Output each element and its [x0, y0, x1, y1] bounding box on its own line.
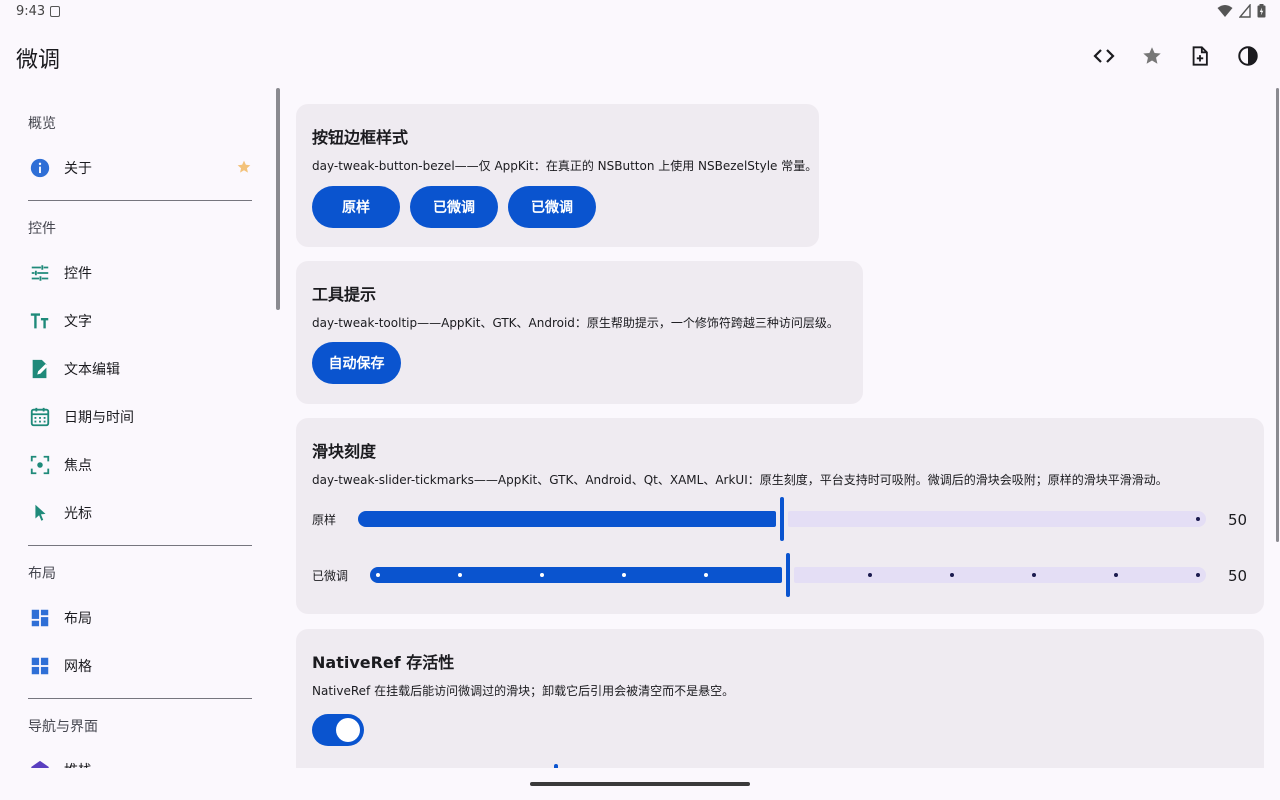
slider-thumb[interactable] — [780, 497, 784, 541]
status-time: 9:43 — [16, 4, 46, 19]
slider-active-track — [358, 511, 776, 527]
tweaked-slider[interactable] — [370, 553, 1206, 597]
sidebar-item-date-time[interactable]: 日期与时间 — [28, 397, 252, 437]
star-icon[interactable] — [1140, 40, 1164, 72]
original-slider[interactable] — [358, 497, 1206, 541]
slider-tick-mark — [704, 573, 708, 577]
sidebar: 概览 关于 控件 控件 文字 文本编辑 日期与时间 焦点 光标 布局 布局 网格… — [0, 88, 280, 768]
sidebar-item-layout[interactable]: 布局 — [28, 598, 252, 638]
toggle-knob — [336, 718, 360, 742]
card-title: 按钮边框样式 — [312, 128, 409, 147]
edit-note-icon — [28, 357, 52, 381]
sidebar-item-stack[interactable]: 堆栈 — [28, 750, 252, 768]
card-description: NativeRef 在挂载后能访问微调过的滑块；卸载它后引用会被清空而不是悬空。 — [312, 684, 735, 698]
slider-tick-mark — [868, 573, 872, 577]
sidebar-item-about[interactable]: 关于 — [28, 148, 252, 188]
slider-tick-mark — [1114, 573, 1118, 577]
app-title: 微调 — [16, 48, 61, 73]
contrast-icon[interactable] — [1236, 40, 1260, 72]
content-area: 按钮边框样式 day-tweak-button-bezel——仅 AppKit：… — [296, 88, 1264, 768]
tweaked-button[interactable]: 已微调 — [508, 186, 596, 228]
divider — [28, 698, 252, 699]
sidebar-item-label: 网格 — [64, 659, 92, 675]
slider-tick-mark — [376, 573, 380, 577]
tune-icon — [28, 261, 52, 285]
autosave-button[interactable]: 自动保存 — [312, 342, 401, 384]
section-controls: 控件 — [28, 221, 56, 237]
original-button[interactable]: 原样 — [312, 186, 400, 228]
slider-label: 已微调 — [312, 569, 349, 583]
slider-value: 50 — [1228, 567, 1248, 585]
section-layout: 布局 — [28, 566, 56, 582]
sidebar-item-focus[interactable]: 焦点 — [28, 445, 252, 485]
card-title: 滑块刻度 — [312, 442, 377, 461]
sidebar-item-label: 文字 — [64, 314, 92, 330]
sidebar-item-label: 堆栈 — [64, 760, 92, 768]
sidebar-item-label: 焦点 — [64, 458, 92, 474]
app-actions — [1092, 40, 1260, 72]
cursor-icon — [28, 501, 52, 525]
divider — [28, 545, 252, 546]
divider — [28, 200, 252, 201]
sidebar-item-controls[interactable]: 控件 — [28, 253, 252, 293]
slider-tick-mark — [622, 573, 626, 577]
slider-inactive-track — [788, 511, 1206, 527]
status-icons — [1217, 4, 1266, 18]
card-description: day-tweak-tooltip——AppKit、GTK、Android：原生… — [312, 316, 839, 330]
slider-inactive-track — [794, 567, 1206, 583]
favorite-star-icon[interactable] — [236, 159, 252, 179]
card-description: day-tweak-button-bezel——仅 AppKit：在真正的 NS… — [312, 159, 818, 173]
card-title: NativeRef 存活性 — [312, 653, 455, 672]
slider-tick-mark — [458, 573, 462, 577]
add-document-icon[interactable] — [1188, 40, 1212, 72]
card-nativeref: NativeRef 存活性 NativeRef 在挂载后能访问微调过的滑块；卸载… — [296, 629, 1264, 768]
slider-tick-mark — [1196, 573, 1200, 577]
card-button-bezel: 按钮边框样式 day-tweak-button-bezel——仅 AppKit：… — [296, 104, 819, 247]
sidebar-item-grid[interactable]: 网格 — [28, 646, 252, 686]
card-description: day-tweak-slider-tickmarks——AppKit、GTK、A… — [312, 473, 1168, 487]
section-overview: 概览 — [28, 116, 56, 132]
home-indicator[interactable] — [530, 782, 750, 786]
signal-icon — [1239, 4, 1251, 18]
battery-icon — [1257, 4, 1266, 18]
slider-tick-mark — [1196, 517, 1200, 521]
card-title: 工具提示 — [312, 285, 377, 304]
calendar-icon — [28, 405, 52, 429]
sidebar-item-label: 文本编辑 — [64, 362, 120, 378]
slider-tick-mark — [950, 573, 954, 577]
sidebar-item-label: 布局 — [64, 611, 92, 627]
sidebar-item-label: 光标 — [64, 506, 92, 522]
content-scrollbar[interactable] — [1276, 88, 1279, 542]
text-size-icon — [28, 309, 52, 333]
sidebar-item-label: 控件 — [64, 266, 92, 282]
liveness-toggle[interactable] — [312, 714, 364, 746]
sidebar-item-label: 日期与时间 — [64, 410, 134, 426]
grid-icon — [28, 654, 52, 678]
screenshot-notification-icon — [50, 6, 60, 17]
card-slider-tickmarks: 滑块刻度 day-tweak-slider-tickmarks——AppKit、… — [296, 418, 1264, 614]
slider-tick-mark — [1032, 573, 1036, 577]
stack-icon — [28, 758, 52, 768]
section-navigation: 导航与界面 — [28, 719, 98, 735]
slider-label: 原样 — [312, 513, 337, 527]
sidebar-item-label: 关于 — [64, 161, 92, 177]
slider-thumb[interactable] — [786, 553, 790, 597]
card-tooltip: 工具提示 day-tweak-tooltip——AppKit、GTK、Andro… — [296, 261, 863, 404]
sidebar-scrollbar[interactable] — [276, 88, 280, 310]
sidebar-item-text-editing[interactable]: 文本编辑 — [28, 349, 252, 389]
slider-tick-mark — [540, 573, 544, 577]
layout-icon — [28, 606, 52, 630]
wifi-icon — [1217, 5, 1233, 17]
sidebar-item-text[interactable]: 文字 — [28, 301, 252, 341]
slider-thumb[interactable] — [554, 764, 558, 768]
code-icon[interactable] — [1092, 40, 1116, 72]
focus-icon — [28, 453, 52, 477]
slider-value: 50 — [1228, 511, 1248, 529]
info-icon — [28, 156, 52, 180]
sidebar-item-cursor[interactable]: 光标 — [28, 493, 252, 533]
tweaked-button[interactable]: 已微调 — [410, 186, 498, 228]
slider-active-track — [370, 567, 782, 583]
status-bar: 9:43 — [0, 0, 1280, 24]
